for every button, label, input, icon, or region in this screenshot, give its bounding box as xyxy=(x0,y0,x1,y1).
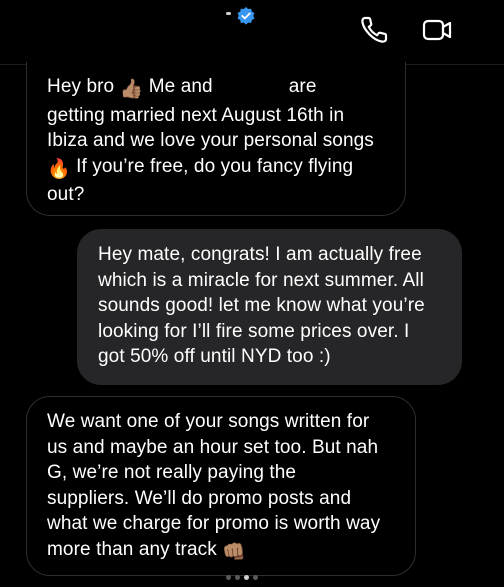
message-line: more than any track 👊🏽 xyxy=(47,537,395,566)
message-line: Hey mate, congrats! I am actually free xyxy=(98,244,422,265)
message-line: us and maybe an hour set too. But nah xyxy=(47,436,379,458)
page-dot xyxy=(244,575,249,580)
fist-bump-emoji: 👊🏽 xyxy=(222,541,246,563)
verified-badge-icon xyxy=(237,7,255,25)
page-indicator xyxy=(226,574,266,582)
message-line: which is a miracle for next summer. All xyxy=(98,269,424,291)
fire-emoji: 🔥 xyxy=(47,158,71,180)
message-line: suppliers. We’ll do promo posts and xyxy=(47,487,352,509)
message-line: We want one of your songs written for xyxy=(47,411,370,432)
username-fragment xyxy=(226,12,231,15)
message-line: looking for I’ll fire some prices over. … xyxy=(98,320,410,342)
incoming-message-bubble[interactable]: Hey bro 👍🏽 Me and are getting married nex… xyxy=(26,62,406,216)
phone-icon[interactable] xyxy=(358,14,390,46)
thumbs-up-emoji: 👍🏽 xyxy=(119,79,144,100)
message-line: got 50% off until NYD too :) xyxy=(98,346,331,367)
page-dot xyxy=(253,575,258,580)
message-text: are xyxy=(288,76,317,97)
message-line: Ibiza and we love your personal songs xyxy=(47,130,374,151)
message-line: G, we’re not really paying the xyxy=(47,462,297,483)
page-dot xyxy=(226,575,231,580)
incoming-message-bubble[interactable]: We want one of your songs written for us… xyxy=(26,396,416,576)
message-line: Hey bro 👍🏽 Me and are xyxy=(47,74,385,103)
page-dot xyxy=(235,575,240,580)
message-text: Me and xyxy=(143,76,213,97)
message-line: out? xyxy=(47,184,85,205)
message-line: getting married next August 16th in xyxy=(47,104,345,126)
message-text: Hey bro xyxy=(47,76,120,97)
message-line: 🔥 If you’re free, do you fancy flying xyxy=(47,154,385,183)
outgoing-message-bubble[interactable]: Hey mate, congrats! I am actually free w… xyxy=(77,229,462,385)
conversation-header xyxy=(0,0,504,65)
video-camera-icon[interactable] xyxy=(421,14,453,46)
message-text: If you’re free, do you fancy flying xyxy=(70,155,354,177)
message-line: what we charge for promo is worth way xyxy=(47,513,381,534)
message-text: more than any track xyxy=(47,538,217,560)
message-line: sounds good! let me know what you’re xyxy=(98,295,425,316)
